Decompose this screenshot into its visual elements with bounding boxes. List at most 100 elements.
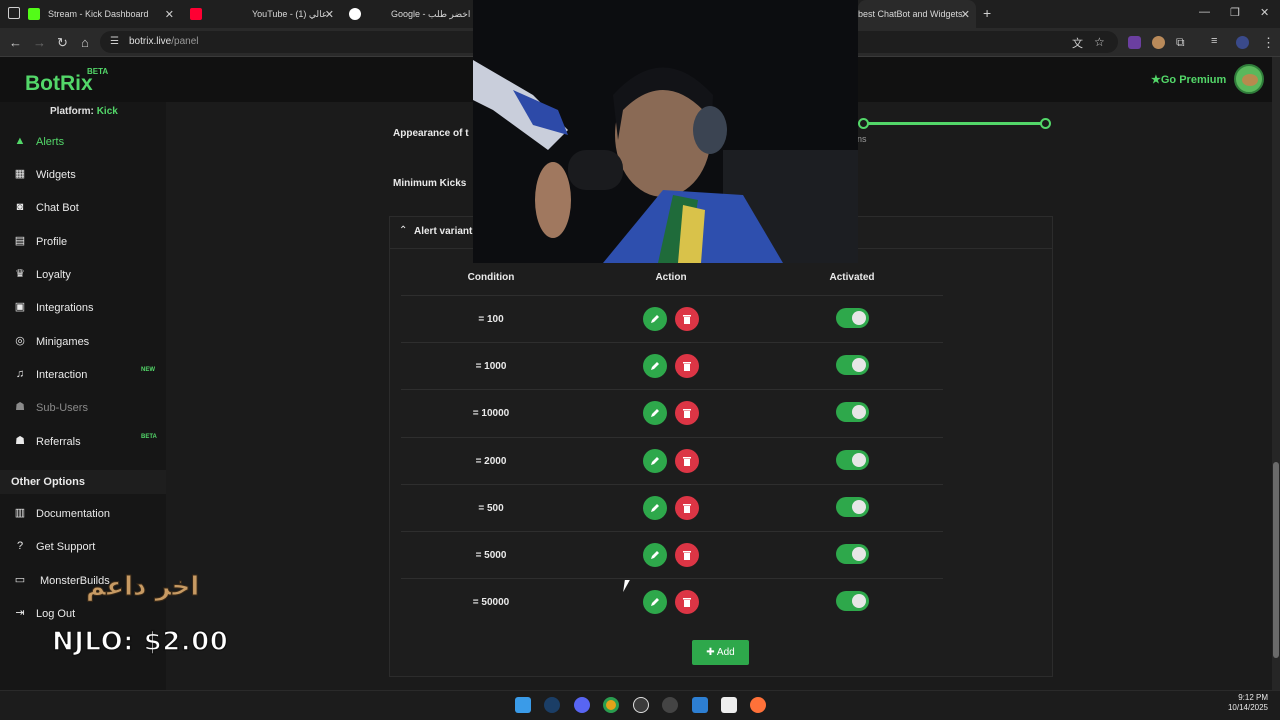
sidebar-item-interaction[interactable]: ♫ Interaction NEW	[0, 364, 166, 388]
pencil-icon	[651, 409, 659, 418]
botrix-logo[interactable]: BotRix BETA	[25, 67, 108, 96]
table-row: = 5000	[401, 531, 943, 578]
activated-toggle[interactable]	[836, 544, 869, 564]
sidebar-item-get-support[interactable]: ? Get Support	[0, 536, 166, 560]
delete-variant-button[interactable]	[675, 354, 699, 379]
condition-cell: = 100	[478, 314, 504, 325]
delete-variant-button[interactable]	[675, 448, 699, 473]
delete-variant-button[interactable]	[675, 401, 699, 426]
extension-cookie-icon[interactable]	[1152, 36, 1165, 49]
media-controls-icon[interactable]: ≡	[1211, 35, 1217, 47]
obs-icon[interactable]	[633, 697, 649, 713]
chevron-up-icon[interactable]: ⌃	[399, 225, 407, 236]
tab-list-icon[interactable]	[8, 7, 20, 19]
users-icon: ☗	[15, 401, 25, 413]
activated-toggle[interactable]	[836, 591, 869, 612]
steam-icon[interactable]	[544, 697, 560, 713]
close-window-icon[interactable]: ✕	[1260, 6, 1269, 19]
back-icon[interactable]: ←	[9, 35, 22, 50]
tab-kick-dashboard[interactable]: Stream - Kick Dashboard ✕	[28, 0, 178, 28]
slider-max-handle[interactable]	[1040, 118, 1051, 129]
gamepad-icon: ◎	[15, 335, 25, 347]
duration-slider-track[interactable]	[863, 122, 1045, 125]
sidebar-item-referrals[interactable]: ☗ Referrals BETA	[0, 431, 166, 455]
edit-variant-button[interactable]	[643, 307, 667, 331]
activated-toggle[interactable]	[836, 402, 869, 423]
add-variant-button[interactable]: ✚ Add	[692, 640, 749, 665]
close-tab-icon[interactable]: ✕	[165, 8, 174, 21]
question-icon: ?	[16, 540, 24, 552]
activated-toggle[interactable]	[836, 355, 869, 376]
windows-start-icon[interactable]	[515, 697, 531, 713]
sidebar-item-alerts[interactable]: ▲ Alerts	[0, 131, 166, 155]
profile-avatar-icon[interactable]	[1236, 36, 1249, 49]
trash-icon	[683, 503, 691, 513]
go-premium-link[interactable]: ★Go Premium	[1151, 73, 1226, 86]
home-icon[interactable]: ⌂	[81, 35, 89, 50]
edit-variant-button[interactable]	[643, 401, 667, 426]
docs-icon: ▥	[14, 507, 26, 519]
extensions-puzzle-icon[interactable]: ⧉	[1176, 35, 1185, 50]
table-row: = 500	[401, 483, 943, 531]
edit-variant-button[interactable]	[643, 448, 667, 473]
delete-variant-button[interactable]	[675, 590, 699, 615]
capcut-icon[interactable]	[721, 697, 737, 713]
forward-icon[interactable]: →	[33, 35, 46, 50]
system-clock: 9:12 PM 10/14/2025	[1227, 693, 1268, 712]
streamlabs-icon[interactable]	[692, 697, 708, 713]
sidebar-item-loyalty[interactable]: ♛ Loyalty	[0, 264, 166, 288]
translate-icon[interactable]: 文	[1072, 35, 1083, 51]
bookmark-star-icon[interactable]: ☆	[1094, 35, 1105, 49]
edit-variant-button[interactable]	[643, 543, 667, 567]
last-supporter-label: اخر داعم	[85, 572, 200, 603]
browser-menu-icon[interactable]: ⋮	[1262, 35, 1275, 51]
delete-variant-button[interactable]	[675, 543, 699, 567]
delete-variant-button[interactable]	[675, 495, 699, 520]
restore-icon[interactable]: ❐	[1230, 6, 1240, 19]
activated-toggle[interactable]	[836, 496, 869, 517]
platform-indicator: Platform: Kick	[50, 106, 118, 117]
firefox-icon[interactable]	[750, 697, 766, 713]
table-row: = 10000	[401, 389, 943, 436]
google-icon	[349, 8, 361, 20]
tab-google[interactable]: Google - بحث اخضر طلب	[349, 0, 490, 28]
pencil-icon	[651, 503, 659, 512]
reload-icon[interactable]: ↻	[57, 35, 68, 51]
close-tab-icon[interactable]: ✕	[961, 8, 970, 21]
sidebar-item-documentation[interactable]: ▥ Documentation	[0, 503, 166, 527]
sidebar-item-log-out[interactable]: ⇥ Log Out	[0, 603, 166, 627]
trash-icon	[683, 551, 691, 560]
chrome-icon[interactable]	[603, 697, 619, 713]
sidebar-item-widgets[interactable]: ▦ Widgets	[0, 164, 166, 188]
site-info-icon[interactable]: ☰	[110, 36, 119, 47]
sidebar-item-integrations[interactable]: ▣ Integrations	[0, 297, 166, 321]
scrollbar-thumb[interactable]	[1273, 462, 1279, 658]
app-icon[interactable]	[662, 697, 678, 713]
pencil-icon	[651, 551, 659, 559]
edit-variant-button[interactable]	[643, 495, 667, 520]
activated-toggle[interactable]	[836, 449, 869, 470]
activated-toggle[interactable]	[836, 308, 869, 328]
tab-youtube[interactable]: YouTube - (1) عالي ✕	[190, 0, 338, 28]
minimize-icon[interactable]: —	[1199, 6, 1210, 18]
music-icon: ♫	[15, 368, 25, 380]
condition-cell: = 500	[478, 502, 504, 514]
discord-icon[interactable]	[574, 697, 590, 713]
sidebar-item-profile[interactable]: ▤ Profile	[0, 231, 166, 255]
edit-variant-button[interactable]	[643, 354, 667, 379]
sidebar-item-chat-bot[interactable]: ◙ Chat Bot	[0, 197, 166, 221]
sidebar-item-minigames[interactable]: ◎ Minigames	[0, 331, 166, 355]
warning-icon: ▲	[14, 135, 26, 147]
plus-icon: ✚	[706, 647, 717, 658]
extension-f-icon[interactable]	[1128, 36, 1141, 49]
minimum-kicks-label: Minimum Kicks	[393, 178, 467, 189]
edit-variant-button[interactable]	[643, 590, 667, 615]
sidebar-item-sub-users[interactable]: ☗ Sub-Users	[0, 397, 166, 421]
close-tab-icon[interactable]: ✕	[325, 8, 334, 21]
user-avatar[interactable]	[1234, 64, 1264, 94]
people-icon: ☗	[15, 435, 25, 447]
delete-variant-button[interactable]	[675, 307, 699, 331]
slider-min-handle[interactable]	[858, 118, 869, 129]
tab-botrix[interactable]: best ChatBot and Widgets ✕	[858, 0, 976, 28]
new-tab-button[interactable]: +	[983, 5, 991, 21]
